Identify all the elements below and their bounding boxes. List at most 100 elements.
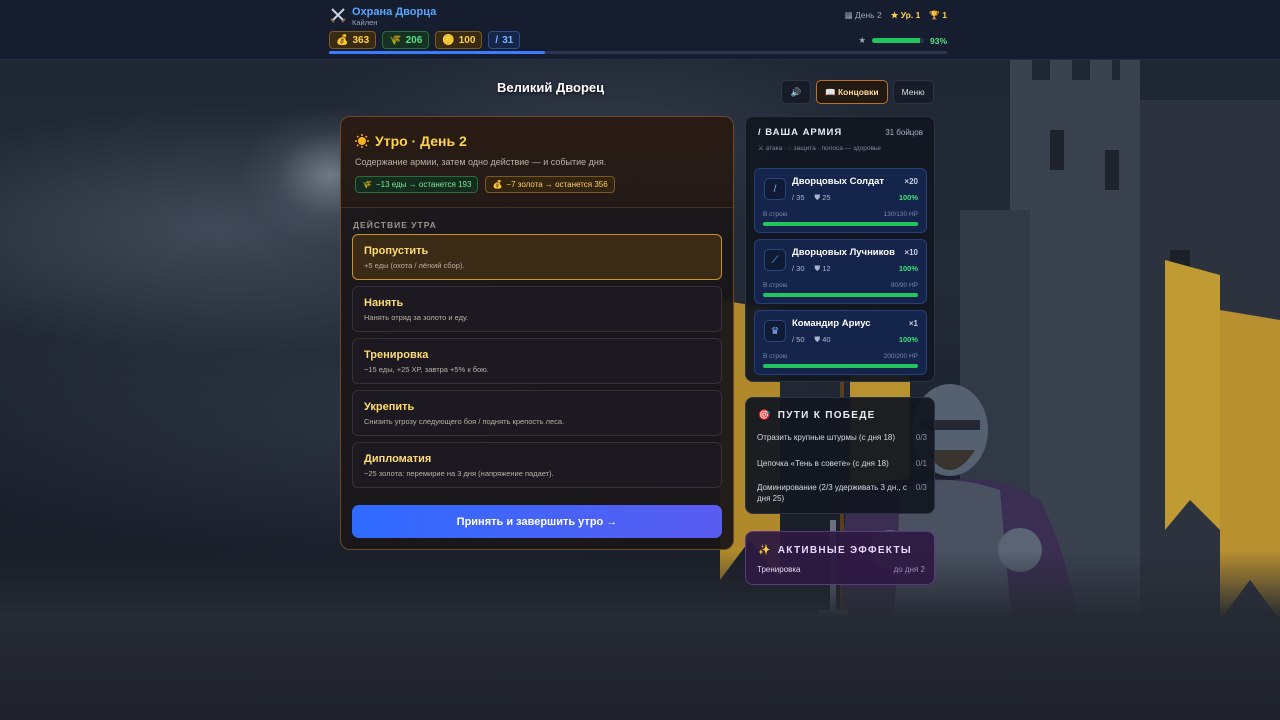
day-label: День 2: [854, 10, 882, 20]
army-count: 31 бойцов: [885, 128, 923, 137]
coins-resource: 🪙 100: [435, 31, 483, 49]
crossed-swords-icon: [330, 8, 346, 23]
unit-defense: ⛊ 25: [815, 193, 831, 203]
unit-formation: В строю: [763, 353, 788, 360]
action-fortify[interactable]: Укрепить Снизить угрозу следующего боя /…: [352, 390, 722, 436]
wheat-icon: 🌾: [362, 180, 372, 189]
ground: [0, 550, 1280, 720]
army-title-row: / ВАША АРМИЯ: [758, 127, 842, 138]
army-resource: / 31: [488, 31, 521, 49]
unit-name: Дворцовых Лучников: [792, 247, 895, 258]
attack-value: 30: [796, 264, 805, 273]
victory-path: Доминирование (2/3 удерживать 3 дн., с д…: [757, 482, 927, 504]
unit-health-fill: [763, 364, 918, 368]
star-icon: ★: [890, 10, 899, 20]
unit-formation: В строю: [763, 282, 788, 289]
attack-value: 50: [796, 335, 805, 344]
effect-name: Тренировка: [757, 565, 801, 574]
sparkles-icon: ✨: [758, 545, 772, 556]
food-upkeep-text: −13 еды → останется 193: [375, 180, 472, 189]
unit-qty: ×20: [904, 177, 918, 186]
sun-icon: [355, 134, 369, 148]
army-panel: / ВАША АРМИЯ 31 бойцов ⚔ атака · ◌ защит…: [745, 116, 935, 382]
kingdom-health-pct: 93%: [929, 35, 947, 46]
sound-toggle-button[interactable]: 🔊: [781, 80, 811, 104]
wheat-icon: 🌾: [389, 34, 402, 46]
action-training[interactable]: Тренировка −15 еды, +25 XP, завтра +5% к…: [352, 338, 722, 384]
unit-hp: 200/200 HP: [883, 353, 918, 360]
sword-icon: /: [495, 34, 499, 46]
day-progress-fill: [329, 51, 546, 54]
trophy-count: 1: [942, 10, 947, 20]
unit-stats: / 30 ⛊ 12: [792, 264, 831, 274]
unit-health-fill: [763, 222, 918, 226]
unit-card-archers[interactable]: ⟋ Дворцовых Лучников ×10 / 30 ⛊ 12 100% …: [754, 239, 927, 304]
action-skip[interactable]: Пропустить +5 еды (охота / лёгкий сбор).: [352, 234, 722, 280]
action-name: Дипломатия: [364, 453, 432, 465]
victory-path-progress: 0/3: [915, 433, 927, 442]
victory-path-progress: 0/1: [915, 459, 927, 468]
action-desc: Снизить угрозу следующего боя / поднять …: [364, 417, 565, 426]
kingdom-health: ★ 93%: [858, 35, 947, 46]
sword-icon: /: [764, 178, 786, 200]
unit-qty: ×1: [908, 319, 918, 328]
action-diplomacy[interactable]: Дипломатия −25 золота: перемирие на 3 дн…: [352, 442, 722, 488]
day-progress-track: [329, 51, 947, 54]
effects-title-row: ✨ АКТИВНЫЕ ЭФФЕКТЫ: [746, 532, 934, 556]
unit-card-soldiers[interactable]: / Дворцовых Солдат ×20 / 35 ⛊ 25 100% В …: [754, 168, 927, 233]
defense-value: 25: [822, 193, 831, 202]
coin-icon: 🪙: [442, 34, 455, 46]
gold-bag-icon: 💰: [336, 34, 349, 46]
unit-stats: / 35 ⛊ 25: [792, 193, 831, 203]
action-hire[interactable]: Нанять Нанять отряд за золото и еду.: [352, 286, 722, 332]
victory-title: ПУТИ К ПОБЕДЕ: [777, 410, 876, 421]
unit-qty: ×10: [904, 248, 918, 257]
target-icon: 🎯: [758, 410, 772, 421]
action-desc: +5 еды (охота / лёгкий сбор).: [364, 261, 465, 270]
unit-defense: ⛊ 40: [815, 335, 831, 345]
effect-item: Тренировка до дня 2: [757, 565, 925, 574]
action-desc: −25 золота: перемирие на 3 дня (напряжен…: [364, 469, 554, 478]
unit-health-bar: [763, 293, 918, 297]
calendar-icon: ▦: [844, 10, 853, 20]
brand: Охрана Дворца Кайлен: [330, 6, 436, 28]
action-name: Нанять: [364, 297, 404, 309]
actions-section-label: ДЕЙСТВИЕ УТРА: [353, 220, 437, 230]
resource-bar: 💰 363 🌾 206 🪙 100 / 31: [329, 31, 521, 49]
action-list: Пропустить +5 еды (охота / лёгкий сбор).…: [352, 234, 722, 494]
effects-title: АКТИВНЫЕ ЭФФЕКТЫ: [777, 545, 912, 556]
gold-upkeep-text: −7 золота → останется 356: [506, 180, 608, 189]
endings-button[interactable]: 📖 Концовки: [816, 80, 888, 104]
food-value: 206: [405, 34, 423, 46]
star-outline-icon: ★: [858, 35, 866, 45]
confirm-morning-button[interactable]: Принять и завершить утро →: [352, 505, 722, 538]
army-header: / ВАША АРМИЯ 31 бойцов: [746, 117, 934, 138]
unit-hp: 130/130 HP: [883, 211, 918, 218]
unit-name: Командир Ариус: [792, 318, 871, 329]
unit-attack: / 30: [792, 264, 805, 274]
player-name: Кайлен: [352, 18, 378, 27]
menu-button[interactable]: Меню: [892, 80, 934, 104]
unit-attack: / 50: [792, 335, 805, 345]
victory-title-row: 🎯 ПУТИ К ПОБЕДЕ: [746, 398, 934, 421]
gold-value: 363: [352, 34, 370, 46]
unit-hp: 90/90 HP: [890, 282, 918, 289]
victory-path-text: Отразить крупные штурмы (с дня 18): [757, 433, 896, 442]
victory-paths-panel: 🎯 ПУТИ К ПОБЕДЕ Отразить крупные штурмы …: [745, 397, 935, 514]
army-value: 31: [502, 34, 514, 46]
victory-path: Отразить крупные штурмы (с дня 18) 0/3: [757, 432, 927, 443]
action-name: Пропустить: [364, 245, 429, 257]
unit-card-commander[interactable]: ♛ Командир Ариус ×1 / 50 ⛊ 40 100% В стр…: [754, 310, 927, 375]
unit-stats: / 50 ⛊ 40: [792, 335, 831, 345]
morning-header: Утро · День 2 Содержание армии, затем од…: [341, 117, 733, 208]
trophy-icon: 🏆: [929, 10, 940, 20]
crown-icon: ♛: [764, 320, 786, 342]
book-icon: 📖: [825, 86, 838, 97]
gold-upkeep-chip: 💰 −7 золота → останется 356: [485, 176, 615, 193]
attack-value: 35: [796, 193, 805, 202]
unit-defense: ⛊ 12: [815, 264, 831, 274]
victory-path-progress: 0/3: [915, 483, 927, 492]
action-desc: Нанять отряд за золото и еду.: [364, 313, 469, 322]
morning-description: Содержание армии, затем одно действие — …: [355, 157, 607, 167]
endings-label: Концовки: [837, 87, 879, 97]
